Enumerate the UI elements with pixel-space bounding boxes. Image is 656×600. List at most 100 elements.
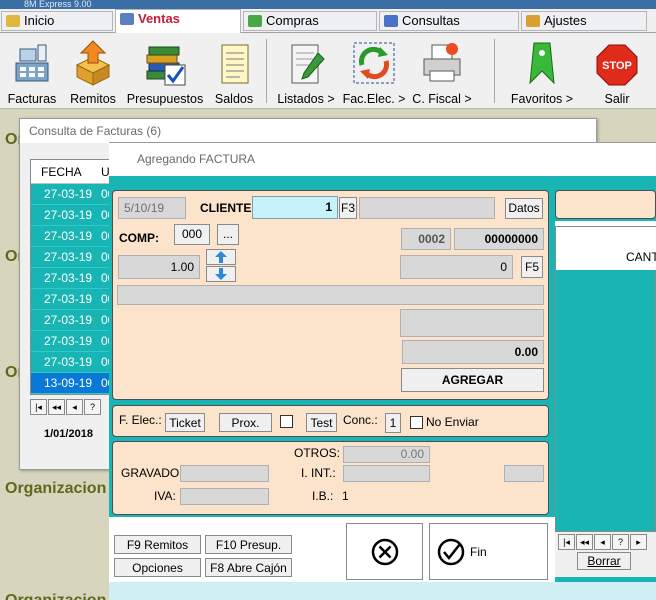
items-grid[interactable] (555, 226, 656, 532)
row-fecha: 27-03-19 (44, 292, 93, 306)
precio-field[interactable]: 0 (400, 255, 513, 279)
table-row[interactable]: 27-03-19 00 (31, 310, 114, 331)
punto-venta-field[interactable]: 0002 (401, 228, 451, 250)
fiscal-printer-icon (423, 43, 461, 82)
f8-abre-cajon-button[interactable]: F8 Abre Cajón (205, 558, 292, 577)
table-row[interactable]: 27-03-19 00 (31, 331, 114, 352)
listados-button[interactable]: Listados > (272, 33, 340, 109)
table-row[interactable]: 13-09-19 00 (31, 373, 114, 394)
no-enviar-checkbox[interactable] (410, 416, 423, 429)
f9-remitos-button[interactable]: F9 Remitos (114, 535, 201, 554)
tab-inicio[interactable]: Inicio (1, 11, 113, 31)
cliente-nombre-field[interactable] (359, 197, 495, 219)
salir-button[interactable]: STOP Salir (586, 33, 648, 109)
help-button[interactable]: ? (84, 399, 101, 415)
f5-button[interactable]: F5 (521, 256, 543, 278)
entry-panel: 5/10/19 CLIENTE: 1 F3 Datos COMP: 000 ..… (112, 190, 549, 400)
query-icon (384, 15, 398, 27)
cantidad-field[interactable]: 1.00 (118, 255, 200, 279)
check-circle-icon (437, 538, 465, 566)
tab-consultas[interactable]: Consultas (379, 11, 519, 31)
svg-text:STOP: STOP (602, 60, 632, 72)
table-row[interactable]: 27-03-19 00 (31, 205, 114, 226)
table-row[interactable]: 27-03-19 00 (31, 247, 114, 268)
stop-sign-icon: STOP (596, 44, 638, 86)
opciones-button[interactable]: Opciones (114, 558, 201, 577)
comp-ellipsis-button[interactable]: ... (217, 224, 239, 245)
row-fecha: 27-03-19 (44, 271, 93, 285)
refresh-arrows-icon (353, 42, 395, 84)
help-button[interactable]: ? (612, 534, 629, 550)
detalle-field[interactable] (400, 309, 544, 337)
agregando-title: Agregando FACTURA (109, 143, 656, 176)
purchase-icon (248, 15, 262, 27)
numero-field[interactable]: 00000000 (454, 228, 544, 250)
conc-select[interactable]: 1 (385, 413, 401, 433)
bookmark-ribbon-icon (529, 42, 555, 85)
cliente-label: CLIENTE: (200, 201, 256, 215)
felec-label: F. Elec.: (119, 413, 162, 427)
iva-label: IVA: (154, 489, 176, 503)
conc-label: Conc.: (343, 413, 378, 427)
prox-button[interactable]: Prox. (219, 413, 272, 432)
cliente-input[interactable]: 1 (252, 196, 338, 219)
datos-button[interactable]: Datos (505, 198, 543, 219)
f10-presup-button[interactable]: F10 Presup. (205, 535, 292, 554)
test-button[interactable]: Test (306, 413, 337, 432)
col-fecha[interactable]: FECHA (41, 165, 82, 179)
row-fecha: 27-03-19 (44, 250, 93, 264)
extra-field[interactable] (504, 465, 544, 482)
c-fiscal-button[interactable]: C. Fiscal > (408, 33, 476, 109)
table-row[interactable]: 27-03-19 00 (31, 184, 114, 205)
remitos-button[interactable]: Remitos (64, 33, 122, 109)
fac-elec-button[interactable]: Fac.Elec. > (342, 33, 406, 109)
row-fecha: 27-03-19 (44, 208, 93, 222)
table-row[interactable]: 27-03-19 00 (31, 268, 114, 289)
borrar-button[interactable]: Borrar (577, 552, 631, 570)
facturas-grid[interactable]: FECHA U 27-03-19 00 27-03-19 00 27-03-19 00 27… (30, 159, 114, 395)
prev-page-button[interactable]: ◂◂ (48, 399, 65, 415)
arrow-down-icon (215, 268, 227, 280)
iva-field[interactable] (180, 488, 269, 505)
prev-page-button[interactable]: ◂◂ (576, 534, 593, 550)
iint-field[interactable] (343, 465, 430, 482)
items-grid-navigator: |◂ ◂◂ ◂? ▸ (558, 534, 648, 550)
col-cant[interactable]: CANT (626, 250, 656, 264)
agregar-button[interactable]: AGREGAR (401, 368, 544, 392)
saldos-button[interactable]: Saldos (208, 33, 260, 109)
comp-select[interactable]: 000 (174, 224, 210, 245)
felec-checkbox[interactable] (280, 415, 293, 428)
ticket-button[interactable]: Ticket (165, 413, 205, 432)
presupuestos-button[interactable]: Presupuestos (124, 33, 206, 109)
favoritos-button[interactable]: Favoritos > (502, 33, 582, 109)
tab-ajustes[interactable]: Ajustes (521, 11, 647, 31)
cancel-button[interactable] (346, 523, 423, 580)
descripcion-field[interactable] (117, 285, 544, 305)
otros-field[interactable]: 0.00 (343, 446, 430, 463)
qty-up-button[interactable] (206, 249, 236, 265)
ib-label: I.B.: (312, 489, 334, 503)
comp-label: COMP: (119, 231, 159, 245)
prev-record-button[interactable]: ◂ (594, 534, 611, 550)
first-record-button[interactable]: |◂ (558, 534, 575, 550)
total-item-field[interactable]: 0.00 (402, 340, 544, 364)
table-row[interactable]: 27-03-19 00 (31, 226, 114, 247)
prev-record-button[interactable]: ◂ (66, 399, 83, 415)
grid-navigator: |◂ ◂◂ ◂? (30, 399, 102, 417)
totales-panel: OTROS: 0.00 GRAVADO: I. INT.: IVA: I.B.:… (112, 441, 549, 515)
tab-ventas[interactable]: Ventas (115, 9, 241, 33)
table-row[interactable]: 27-03-19 00 (31, 289, 114, 310)
table-row[interactable]: 27-03-19 00 (31, 352, 114, 373)
fin-button[interactable]: Fin (429, 523, 548, 580)
next-record-button[interactable]: ▸ (630, 534, 647, 550)
f3-button[interactable]: F3 (339, 197, 357, 219)
facturas-button[interactable]: Facturas (2, 33, 62, 109)
cancel-circle-x-icon (371, 538, 398, 566)
row-fecha: 27-03-19 (44, 355, 93, 369)
qty-down-button[interactable] (206, 266, 236, 282)
fecha-field[interactable]: 5/10/19 (118, 197, 186, 219)
gravado-field[interactable] (180, 465, 269, 482)
first-record-button[interactable]: |◂ (30, 399, 47, 415)
tab-compras[interactable]: Compras (243, 11, 377, 31)
otros-label: OTROS: (294, 446, 341, 460)
